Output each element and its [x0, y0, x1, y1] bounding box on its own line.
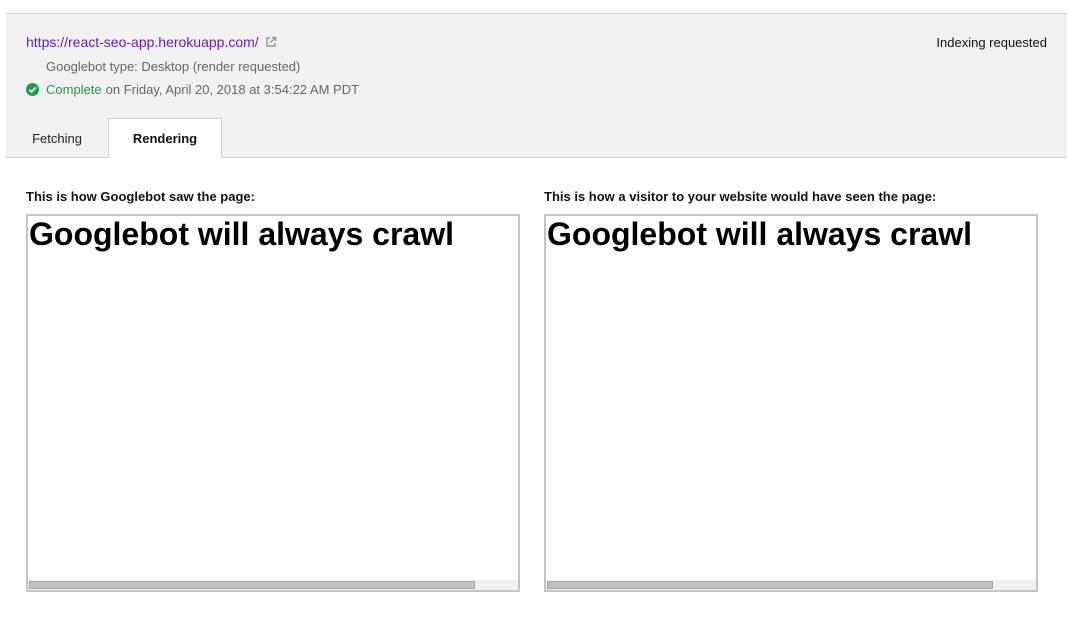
- fetched-url-link[interactable]: https://react-seo-app.herokuapp.com/: [26, 34, 259, 50]
- tab-fetching[interactable]: Fetching: [6, 118, 108, 158]
- fetch-as-google-page: https://react-seo-app.herokuapp.com/ Ind…: [0, 0, 1087, 632]
- complete-label: Complete: [46, 82, 102, 97]
- googlebot-scrollbar-thumb[interactable]: [29, 581, 475, 589]
- googlebot-frame-scrollbar[interactable]: [28, 580, 518, 590]
- visitor-render-heading: Googlebot will always crawl: [547, 216, 972, 252]
- googlebot-render-frame: Googlebot will always crawl: [26, 214, 520, 592]
- external-link-icon[interactable]: [265, 36, 277, 48]
- visitor-frame-scrollbar[interactable]: [546, 580, 1036, 590]
- result-tabs: Fetching Rendering: [6, 118, 222, 158]
- tab-rendering[interactable]: Rendering: [108, 118, 222, 158]
- googlebot-view-caption: This is how Googlebot saw the page:: [26, 189, 255, 204]
- completion-status: Complete on Friday, April 20, 2018 at 3:…: [26, 82, 359, 97]
- url-row: https://react-seo-app.herokuapp.com/: [26, 34, 277, 50]
- googlebot-type: Googlebot type: Desktop (render requeste…: [46, 59, 301, 74]
- googlebot-render-heading: Googlebot will always crawl: [29, 216, 454, 252]
- fetch-result-header: https://react-seo-app.herokuapp.com/ Ind…: [6, 13, 1067, 158]
- complete-timestamp: on Friday, April 20, 2018 at 3:54:22 AM …: [105, 82, 360, 97]
- indexing-status: Indexing requested: [936, 35, 1047, 50]
- visitor-render-frame: Googlebot will always crawl: [544, 214, 1038, 592]
- visitor-scrollbar-thumb[interactable]: [547, 581, 993, 589]
- visitor-view-caption: This is how a visitor to your website wo…: [544, 189, 937, 204]
- check-circle-icon: [26, 83, 39, 96]
